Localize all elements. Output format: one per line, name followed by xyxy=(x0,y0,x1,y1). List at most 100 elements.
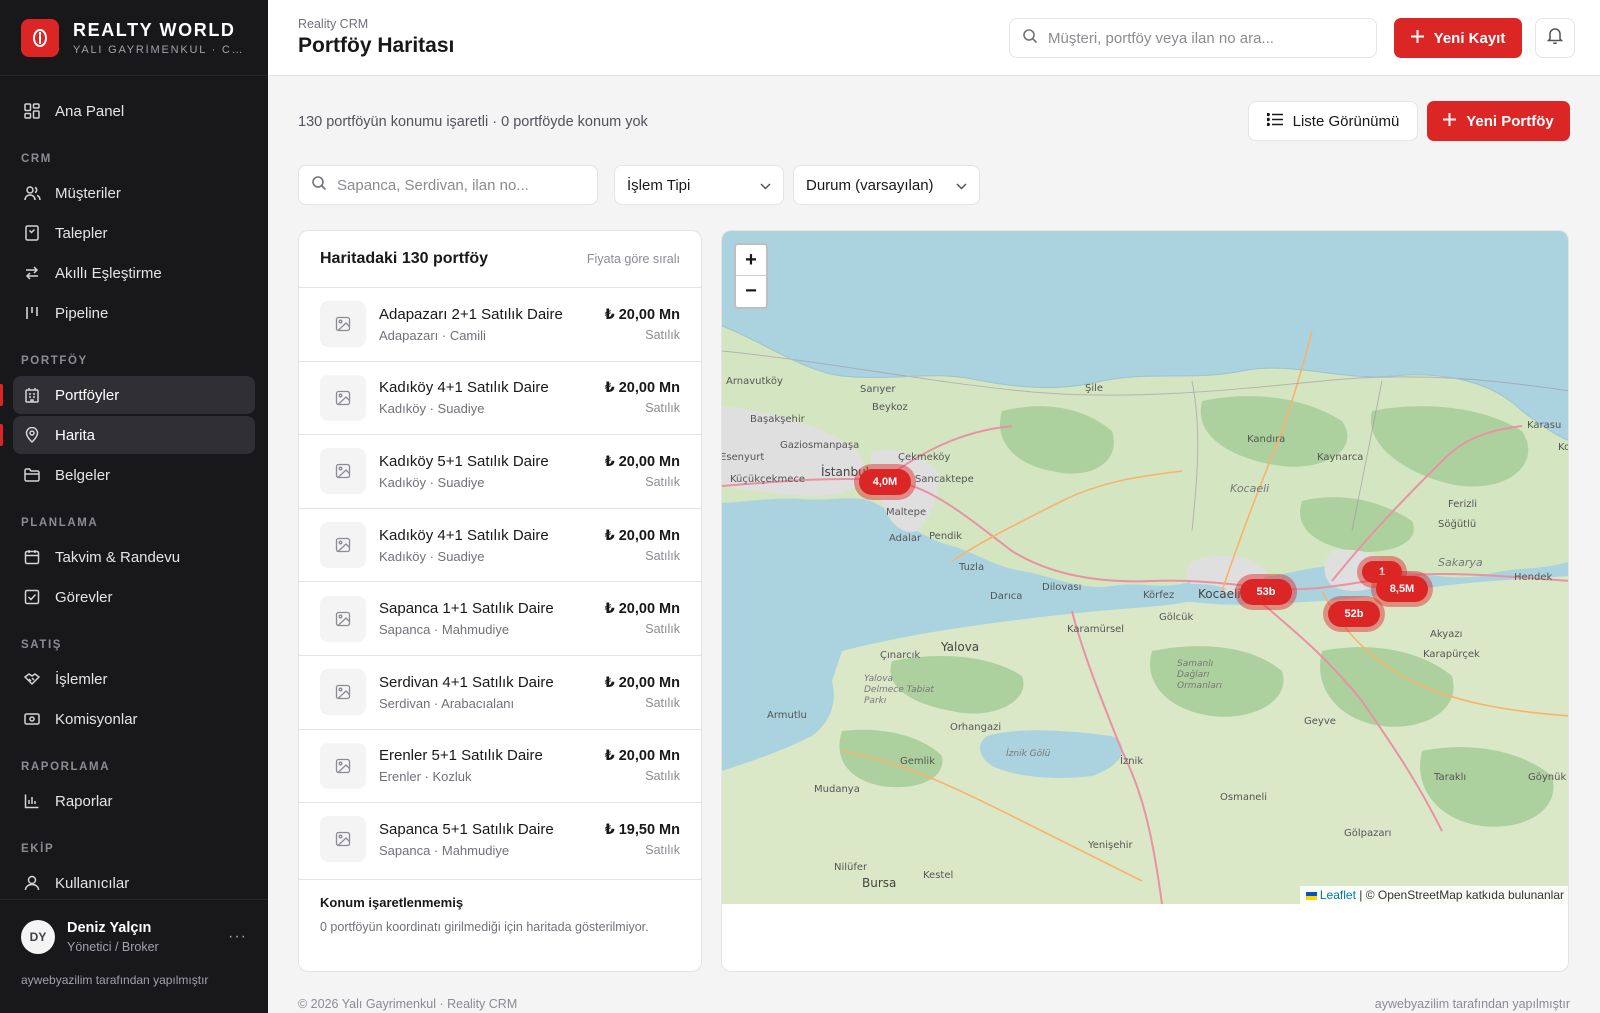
sidebar-item-tasks[interactable]: Görevler xyxy=(13,578,255,616)
map-place-label: Gölcük xyxy=(1159,612,1194,623)
image-placeholder-icon xyxy=(320,448,366,495)
sidebar-item-commissions[interactable]: Komisyonlar xyxy=(13,700,255,738)
new-record-button[interactable]: Yeni Kayıt xyxy=(1394,18,1522,58)
map-place-label: Tuzla xyxy=(959,562,985,573)
list-item[interactable]: Adapazarı 2+1 Satılık Daire Adapazarı · C… xyxy=(299,287,701,361)
item-status: Satılık xyxy=(645,548,680,563)
list-item[interactable]: Kadıköy 4+1 Satılık Daire Kadıköy · Suadi… xyxy=(299,360,701,435)
map-canvas[interactable]: Arnavutköy Sarıyer Beykoz Başakşehir Gaz… xyxy=(722,231,1569,904)
sidebar-item-dashboard[interactable]: Ana Panel xyxy=(13,92,255,130)
list-item[interactable]: Sapanca 1+1 Satılık Daire Sapanca · Mahmu… xyxy=(299,581,701,655)
breadcrumb[interactable]: Reality CRM xyxy=(298,17,368,31)
nav-section-portfolio: PORTFÖY xyxy=(21,355,88,367)
map-place-label: Yalova xyxy=(941,640,980,654)
list-item[interactable]: Serdivan 4+1 Satılık Daire Serdivan · Ara… xyxy=(299,654,701,729)
new-portfolio-label: Yeni Portföy xyxy=(1466,112,1554,130)
sidebar-credit: aywebyazilim tarafından yapılmıştır xyxy=(21,973,209,987)
item-price: ₺ 20,00 Mn xyxy=(604,527,680,544)
list-item[interactable]: Erenler 5+1 Satılık Daire Erenler · Kozlu… xyxy=(299,728,701,803)
sidebar-item-pipeline[interactable]: Pipeline xyxy=(13,294,255,332)
sidebar-item-requests[interactable]: Talepler xyxy=(13,214,255,252)
nav-section-reports: RAPORLAMA xyxy=(21,761,111,773)
leaflet-link[interactable]: Leaflet xyxy=(1320,888,1356,902)
map-place-label: Ko xyxy=(1558,442,1569,453)
global-search-input[interactable] xyxy=(1048,29,1364,47)
sidebar-item-label: Müşteriler xyxy=(55,184,121,202)
map-place-label: Yenişehir xyxy=(1088,840,1133,851)
list-item[interactable]: Kadıköy 5+1 Satılık Daire Kadıköy · Suadi… xyxy=(299,434,701,508)
brand-subtitle: YALI GAYRİMENKUL · CRM xyxy=(73,43,247,56)
map-cluster-marker[interactable]: 53b xyxy=(1240,579,1292,605)
item-location: Kadıköy · Suadiye xyxy=(379,548,485,564)
sidebar-item-label: Raporlar xyxy=(55,792,113,810)
notifications-button[interactable] xyxy=(1535,18,1575,58)
sidebar: REALTY WORLD YALI GAYRİMENKUL · CRM Ana … xyxy=(0,0,268,1013)
item-price: ₺ 19,50 Mn xyxy=(604,821,680,838)
portfolio-search-input[interactable] xyxy=(337,176,585,194)
plus-icon xyxy=(1410,29,1424,47)
attribution-text: | © OpenStreetMap katkıda bulunanlar xyxy=(1359,888,1564,902)
map-place-label: Pendik xyxy=(929,531,963,542)
brand-logo-icon xyxy=(21,18,59,57)
folder-icon xyxy=(23,466,41,484)
unlocated-text: 0 portföyün koordinatı girilmediği için … xyxy=(320,920,649,934)
image-placeholder-icon xyxy=(320,595,366,642)
sidebar-item-users[interactable]: Kullanıcılar xyxy=(13,864,255,901)
transaction-type-select[interactable]: İşlem Tipi xyxy=(614,165,784,205)
brand[interactable]: REALTY WORLD YALI GAYRİMENKUL · CRM xyxy=(0,0,268,76)
image-placeholder-icon xyxy=(320,742,366,789)
list-item[interactable]: Kadıköy 4+1 Satılık Daire Kadıköy · Suadi… xyxy=(299,507,701,582)
list-view-button[interactable]: Liste Görünümü xyxy=(1248,101,1418,141)
sidebar-item-map[interactable]: Harita xyxy=(0,416,255,454)
list-view-label: Liste Görünümü xyxy=(1292,112,1400,130)
main-content: 130 portföyün konumu işaretli · 0 portfö… xyxy=(268,76,1600,1013)
sidebar-item-portfolios[interactable]: Portföyler xyxy=(0,376,255,414)
image-placeholder-icon xyxy=(320,374,366,421)
portfolio-search[interactable] xyxy=(298,165,598,205)
map-zoom-control: + − xyxy=(734,243,768,309)
item-title: Sapanca 5+1 Satılık Daire xyxy=(379,820,554,838)
map-place-label: İznik Gölü xyxy=(1006,749,1051,759)
item-location: Kadıköy · Suadiye xyxy=(379,401,485,417)
map-cluster-marker[interactable]: 52b xyxy=(1328,601,1380,627)
more-options-icon[interactable]: ··· xyxy=(228,928,247,946)
footer-credit: aywebyazilim tarafından yapılmıştır xyxy=(1374,997,1570,1011)
sidebar-item-documents[interactable]: Belgeler xyxy=(13,456,255,494)
status-select[interactable]: Durum (varsayılan) xyxy=(793,165,980,205)
map-summary: 130 portföyün konumu işaretli · 0 portfö… xyxy=(298,114,648,130)
zoom-out-button[interactable]: − xyxy=(736,276,766,307)
item-price: ₺ 20,00 Mn xyxy=(604,674,680,691)
user-icon xyxy=(23,874,41,892)
map-place-label: Bursa xyxy=(862,876,897,890)
global-search[interactable] xyxy=(1009,18,1377,58)
map-place-label: Sancaktepe xyxy=(915,474,974,485)
unlocated-notice: Konum işaretlenmemiş 0 portföyün koordin… xyxy=(299,879,701,952)
plus-icon xyxy=(1443,112,1457,130)
sidebar-item-customers[interactable]: Müşteriler xyxy=(13,174,255,212)
map-place-label: Beykoz xyxy=(872,402,908,413)
map-place-label: Orhangazi xyxy=(950,722,1002,733)
map-place-label: Mudanya xyxy=(814,784,860,795)
sidebar-item-reports[interactable]: Raporlar xyxy=(13,782,255,820)
map-place-label: Karapürçek xyxy=(1423,649,1480,660)
map-panel: Arnavutköy Sarıyer Beykoz Başakşehir Gaz… xyxy=(721,230,1569,972)
map-place-label: Kaynarca xyxy=(1317,452,1364,463)
image-placeholder-icon xyxy=(320,816,366,863)
item-price: ₺ 20,00 Mn xyxy=(604,601,680,618)
sidebar-item-calendar[interactable]: Takvim & Randevu xyxy=(13,538,255,576)
map-cluster-marker[interactable]: 8,5M xyxy=(1376,576,1428,602)
list-item[interactable]: Sapanca 5+1 Satılık Daire Sapanca · Mahmu… xyxy=(299,802,701,876)
map-place-label: Çınarcık xyxy=(880,650,921,661)
image-placeholder-icon xyxy=(320,669,366,716)
users-icon xyxy=(23,184,41,202)
sidebar-item-smart-match[interactable]: Akıllı Eşleştirme xyxy=(13,254,255,292)
new-portfolio-button[interactable]: Yeni Portföy xyxy=(1427,101,1570,141)
portfolio-list: Adapazarı 2+1 Satılık Daire Adapazarı · C… xyxy=(299,287,701,879)
map-place-label: Sakarya xyxy=(1438,556,1483,569)
zoom-in-button[interactable]: + xyxy=(736,245,766,276)
avatar[interactable]: DY xyxy=(21,920,55,954)
map-place-label: Karamürsel xyxy=(1067,624,1125,635)
map-cluster-marker[interactable]: 4,0M xyxy=(859,469,911,495)
sidebar-item-label: Portföyler xyxy=(55,386,120,404)
sidebar-item-transactions[interactable]: İşlemler xyxy=(13,660,255,698)
